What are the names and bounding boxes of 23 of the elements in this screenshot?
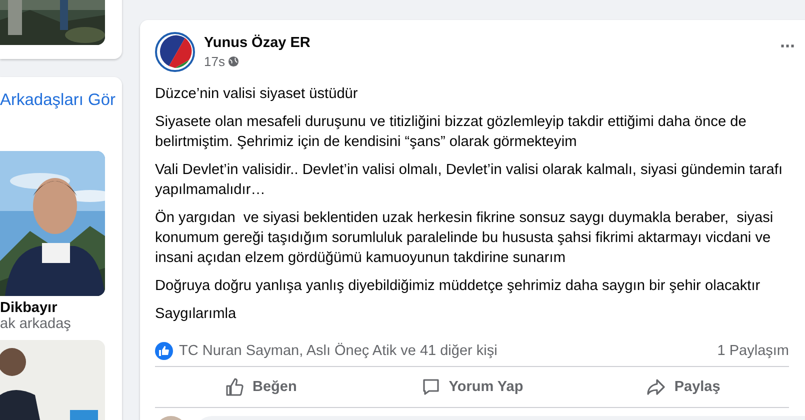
- like-button[interactable]: Beğen: [155, 367, 366, 407]
- share-count[interactable]: 1 Paylaşım: [717, 343, 789, 359]
- post-paragraph: Vali Devlet’in valisidir.. Devlet’in valisi olmalı, Devlet’in valisi olarak kalmalı, siyasi gündemin tarafı yapılmamalıdır…: [155, 161, 784, 200]
- thumbs-up-icon: [224, 377, 244, 397]
- reaction-names[interactable]: TC Nuran Sayman, Aslı Öneç Atik ve 41 diğer kişi: [179, 343, 712, 359]
- comment-button[interactable]: Yorum Yap: [366, 367, 578, 407]
- suggestion-name[interactable]: Dikbayır: [0, 300, 122, 316]
- like-reaction-icon: [155, 342, 173, 360]
- speech-bubble-icon: [420, 377, 441, 397]
- post-paragraph: Doğruya doğru yanlışa yanlış diyebildiğimiz müddetçe şehrimiz daha saygın bir şehir olacaktır: [155, 277, 762, 296]
- author-name[interactable]: Yunus Özay ER: [204, 35, 772, 51]
- post-time[interactable]: 17s: [204, 54, 225, 69]
- post-paragraph: Düzce’nin valisi siyaset üstüdür: [155, 85, 359, 104]
- see-friends-link[interactable]: Arkadaşları Gör: [0, 91, 122, 151]
- more-options-button[interactable]: ···: [780, 36, 795, 57]
- suggestion-detail: ak arkadaş: [0, 316, 72, 332]
- globe-icon: [228, 56, 239, 67]
- avatar-icon[interactable]: [155, 32, 195, 72]
- share-button[interactable]: Paylaş: [578, 367, 789, 407]
- post-paragraph: Saygılarımla: [155, 305, 238, 324]
- share-arrow-icon: [646, 377, 666, 397]
- post-paragraph: Ön yargıdan ve siyasi beklentiden uzak herkesin fikrine sonsuz saygı duymakla beraber, siyasi konumum gereği taşıdığım sorumluluk paralelinde bu hususta şahsi fikrimi aktarmayı vicdani ve insani açıdan elzem gördüğümü kamuoyunun takdirine sunarım: [155, 208, 774, 268]
- post-paragraph: Siyasete olan mesafeli duruşunu ve titizliğini bizzat gözlemleyip takdir ettiğimi daha önce de belirtmiştim. Şehrimiz için de kendisini “şans” olarak görmekteyim: [155, 113, 748, 152]
